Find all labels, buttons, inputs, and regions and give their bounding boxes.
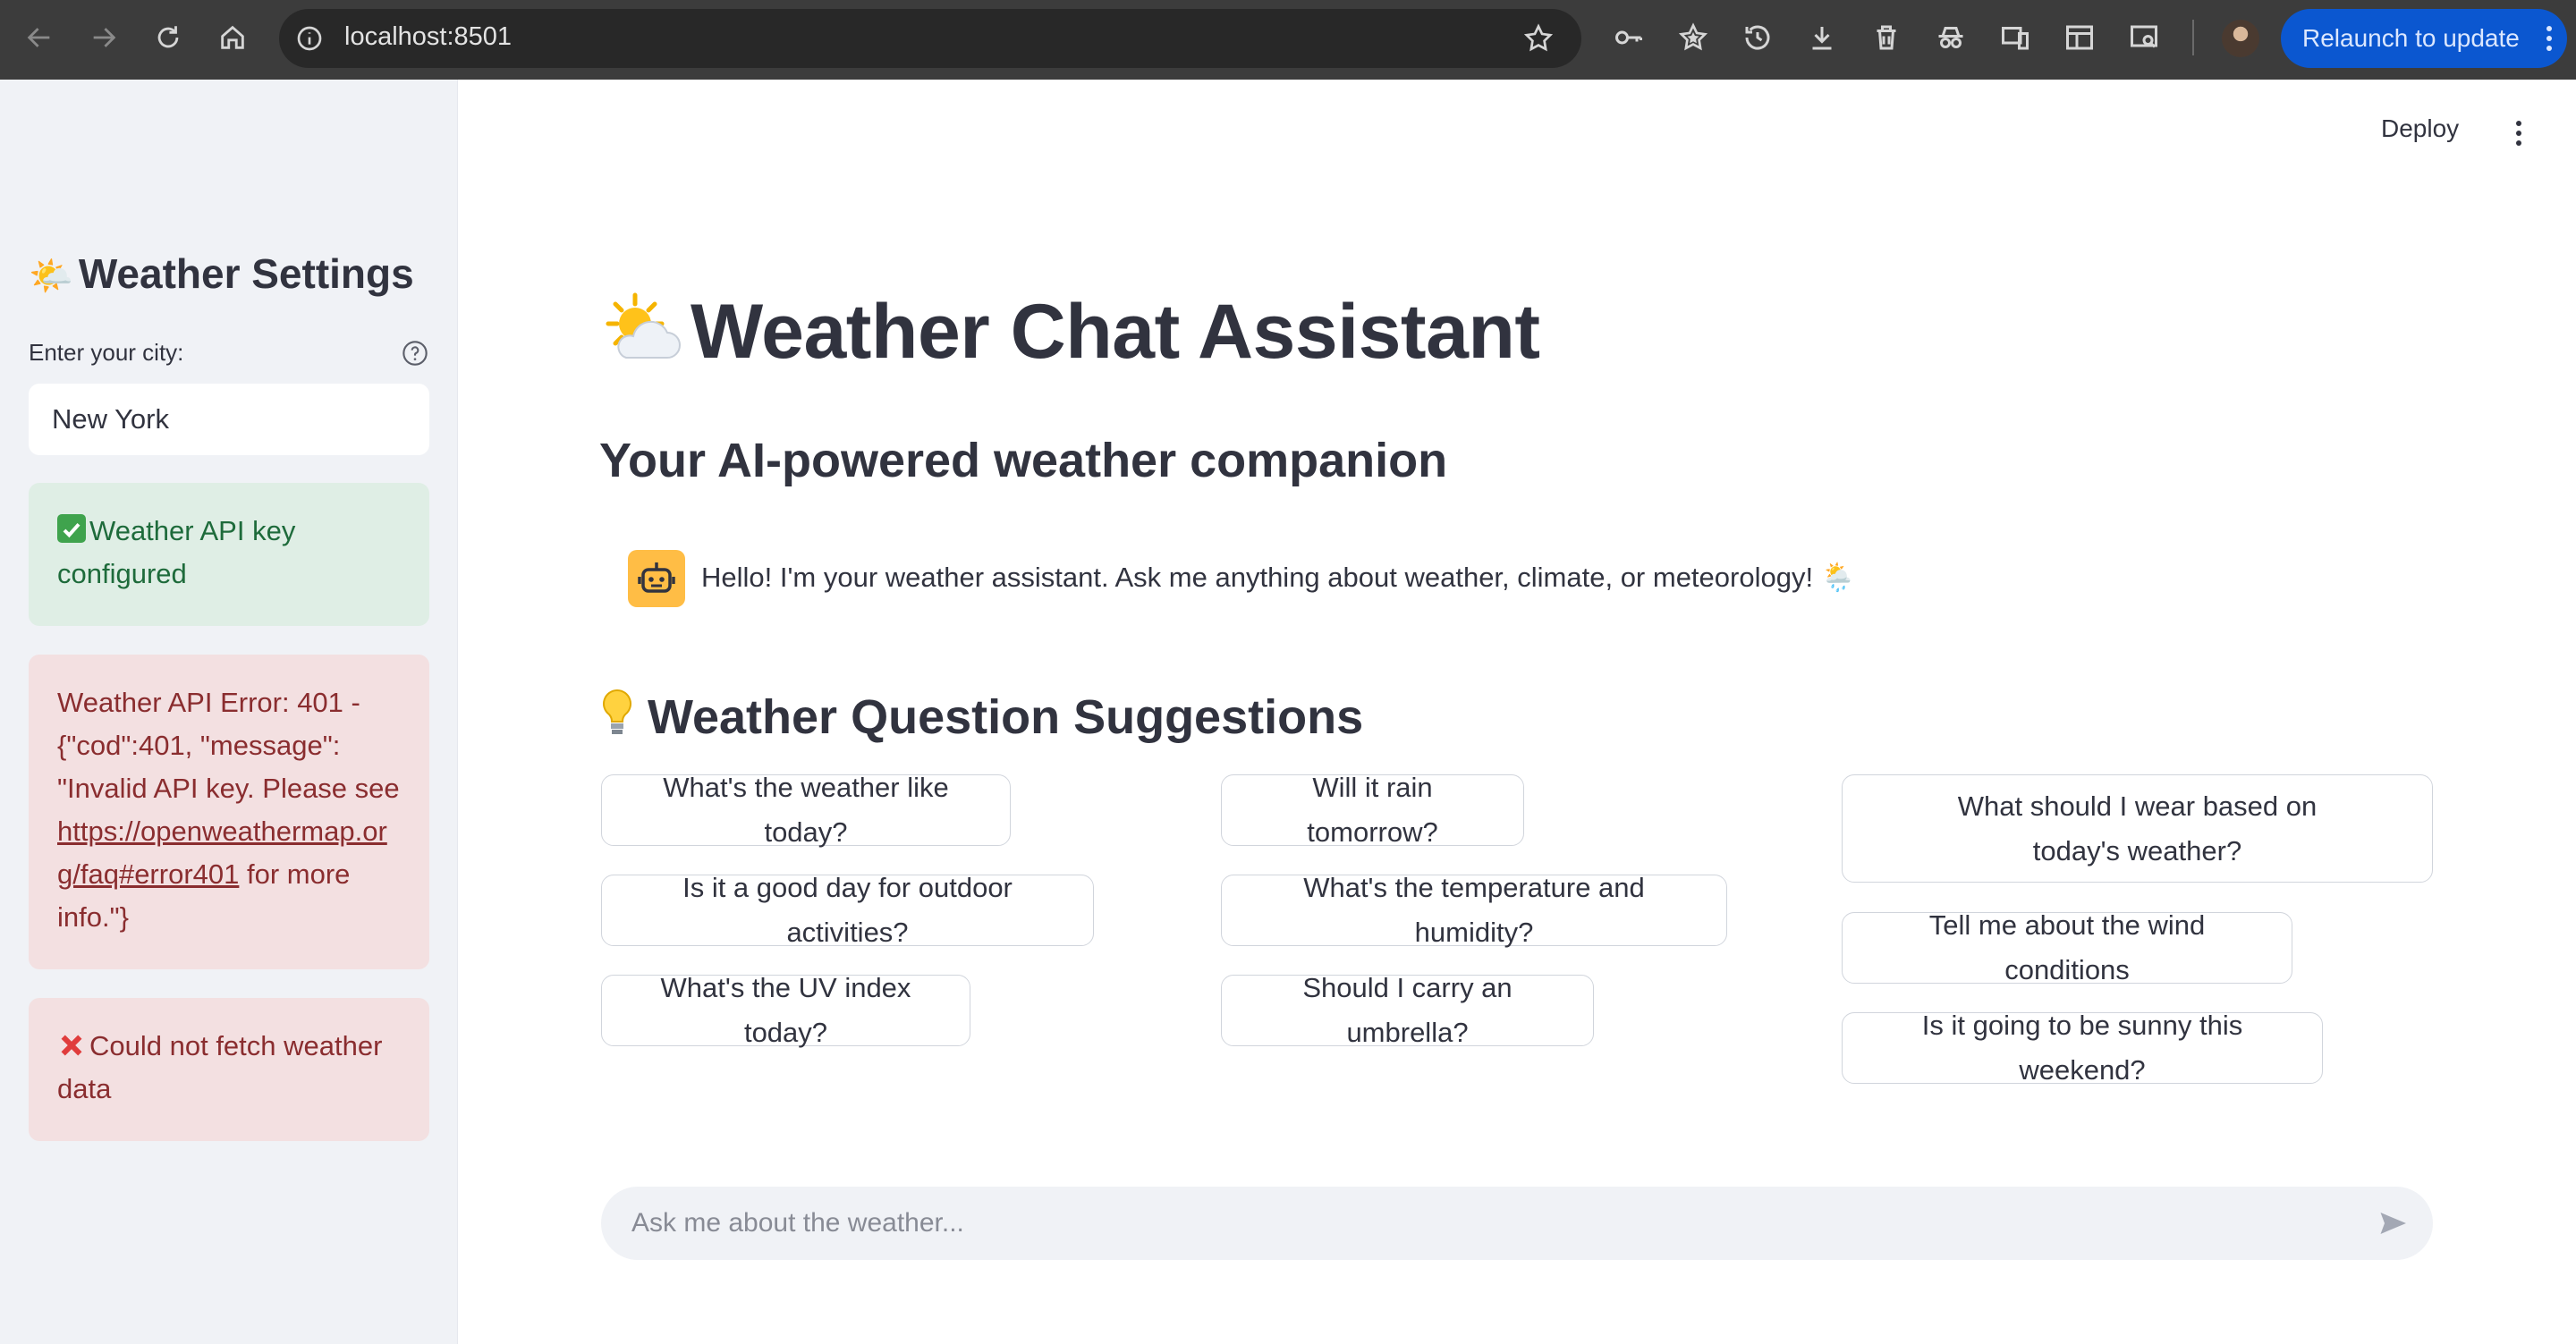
more-vert-icon	[2546, 26, 2552, 51]
screen-search-icon[interactable]	[2126, 20, 2162, 55]
api-error-alert: Weather API Error: 401 - {"cod":401, "me…	[29, 655, 429, 969]
chat-input-container	[601, 1187, 2433, 1260]
main-menu-icon[interactable]	[2508, 118, 2529, 148]
suggestion-button[interactable]: Should I carry an umbrella?	[1221, 972, 1594, 1048]
city-label: Enter your city:	[29, 339, 184, 366]
fetch-error-text: Could not fetch weather data	[57, 1030, 383, 1104]
suggestion-button[interactable]: Is it going to be sunny this weekend?	[1842, 1010, 2323, 1086]
sun-behind-cloud-icon	[606, 292, 681, 359]
download-icon[interactable]	[1804, 20, 1840, 55]
history-icon[interactable]	[1740, 20, 1775, 55]
layout-icon[interactable]	[2062, 20, 2097, 55]
suggestion-button[interactable]: What's the temperature and humidity?	[1221, 872, 1727, 948]
suggestion-button[interactable]: Tell me about the wind conditions	[1842, 909, 2292, 985]
assistant-avatar	[628, 550, 685, 607]
sidebar-title-text: Weather Settings	[78, 250, 414, 297]
success-alert: Weather API key configured	[29, 483, 429, 626]
page-title-text: Weather Chat Assistant	[691, 289, 1540, 375]
relaunch-button[interactable]: Relaunch to update	[2281, 9, 2567, 68]
profile-avatar[interactable]	[2222, 20, 2259, 57]
assistant-message: Hello! I'm your weather assistant. Ask m…	[701, 562, 1856, 593]
sidebar-title: 🌤️ Weather Settings	[29, 249, 414, 298]
browser-toolbar: localhost:8501 Relaunch to update	[0, 0, 2576, 80]
suggestion-button[interactable]: Will it rain tomorrow?	[1221, 772, 1524, 848]
chat-input[interactable]	[631, 1187, 2331, 1260]
help-icon[interactable]	[401, 339, 429, 368]
bookmark-star-icon[interactable]	[1522, 22, 1555, 55]
page-subtitle: Your AI-powered weather companion	[599, 434, 1448, 487]
password-key-icon[interactable]	[1611, 20, 1647, 55]
page-title: Weather Chat Assistant	[599, 288, 1540, 376]
url-text[interactable]: localhost:8501	[344, 22, 512, 52]
send-icon[interactable]	[2376, 1207, 2410, 1239]
site-info-icon[interactable]	[295, 24, 324, 53]
lightbulb-icon	[603, 689, 631, 734]
address-bar[interactable]: localhost:8501	[279, 9, 1581, 68]
check-icon	[57, 514, 86, 543]
relaunch-label: Relaunch to update	[2302, 24, 2520, 52]
toolbar-separator	[2192, 20, 2194, 55]
success-text: Weather API key configured	[57, 515, 296, 589]
suggestion-button[interactable]: What's the UV index today?	[601, 972, 970, 1048]
api-error-prefix: Weather API Error: 401 - {"cod":401, "me…	[57, 687, 400, 804]
suggestion-button[interactable]: What should I wear based on today's weat…	[1842, 774, 2433, 883]
suggestion-button[interactable]: Is it a good day for outdoor activities?	[601, 872, 1094, 948]
reload-icon[interactable]	[150, 20, 186, 55]
home-icon[interactable]	[215, 20, 250, 55]
devices-icon[interactable]	[1997, 20, 2033, 55]
trash-icon[interactable]	[1868, 20, 1904, 55]
incognito-icon[interactable]	[1933, 20, 1969, 55]
deploy-button[interactable]: Deploy	[2381, 114, 2459, 143]
city-input[interactable]	[29, 384, 429, 455]
forward-icon[interactable]	[86, 20, 122, 55]
fetch-error-alert: Could not fetch weather data	[29, 998, 429, 1141]
sun-cloud-icon: 🌤️	[29, 257, 73, 296]
extension-star-icon[interactable]	[1675, 20, 1711, 55]
cross-icon	[57, 1029, 86, 1058]
robot-icon	[638, 562, 675, 593]
suggestions-title-text: Weather Question Suggestions	[648, 690, 1364, 744]
suggestions-title: Weather Question Suggestions	[599, 687, 1363, 745]
suggestion-button[interactable]: What's the weather like today?	[601, 772, 1011, 848]
sidebar: 🌤️Weather Settings Enter your city: Weat…	[0, 80, 458, 1344]
back-icon[interactable]	[21, 20, 57, 55]
